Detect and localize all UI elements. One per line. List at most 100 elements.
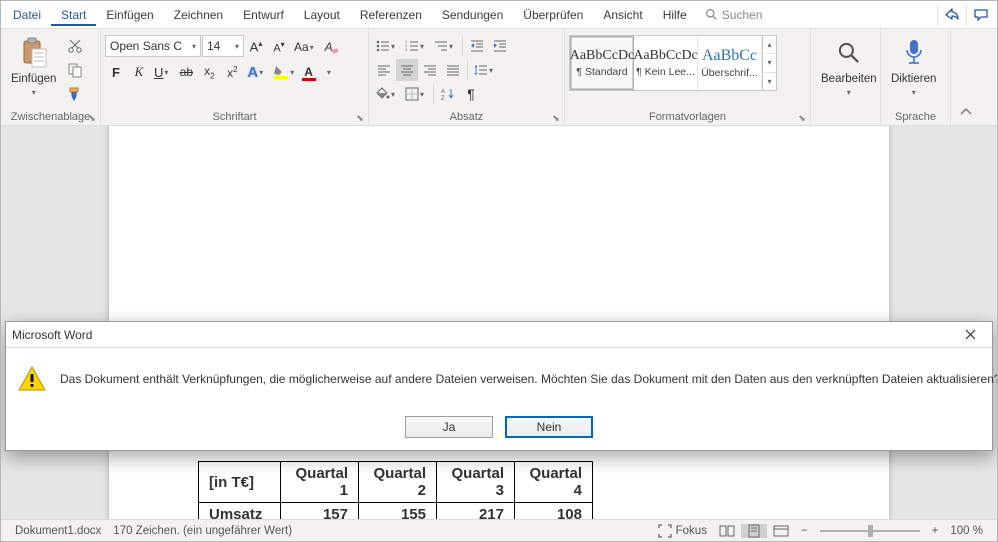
change-case-button[interactable]: Aa▾ <box>291 36 320 58</box>
zoom-in-button[interactable]: + <box>926 525 945 537</box>
zoom-out-button[interactable]: − <box>795 525 814 537</box>
tab-insert[interactable]: Einfügen <box>96 3 163 26</box>
comments-button[interactable] <box>966 3 995 27</box>
tab-draw[interactable]: Zeichnen <box>164 3 233 26</box>
shading-button[interactable]: ▾ <box>373 83 401 105</box>
style-standard[interactable]: AaBbCcDc¶ Standard <box>570 36 634 90</box>
table-row: Umsatz 157 155 217 108 <box>199 503 593 520</box>
align-center-button[interactable] <box>396 59 418 81</box>
share-icon <box>944 7 960 23</box>
zoom-thumb[interactable] <box>868 525 873 537</box>
warning-icon <box>18 366 46 392</box>
yes-button[interactable]: Ja <box>405 416 493 438</box>
style-no-spacing[interactable]: AaBbCcDc¶ Kein Lee... <box>634 36 698 90</box>
sort-icon: AZ <box>441 87 455 101</box>
print-layout-button[interactable] <box>741 524 767 538</box>
table-cell: 155 <box>359 503 437 520</box>
align-justify-button[interactable] <box>442 59 464 81</box>
group-editing: Bearbeiten▾ <box>811 29 881 125</box>
font-color-button[interactable]: A▾ <box>301 61 337 83</box>
tab-layout[interactable]: Layout <box>294 3 350 26</box>
align-right-icon <box>423 64 437 76</box>
font-size-select[interactable]: 14▾ <box>202 35 244 57</box>
align-left-icon <box>377 64 391 76</box>
tab-view[interactable]: Ansicht <box>593 3 652 26</box>
close-icon <box>965 329 976 340</box>
read-mode-button[interactable] <box>713 525 741 537</box>
launcher-clipboard[interactable]: ⬊ <box>86 111 98 123</box>
indent-increase-button[interactable] <box>489 35 511 57</box>
highlight-button[interactable]: ▾ <box>270 61 300 83</box>
editing-button[interactable]: Bearbeiten▾ <box>815 31 883 109</box>
focus-mode-button[interactable]: Fokus <box>652 524 713 538</box>
zoom-level[interactable]: 100 % <box>944 525 989 537</box>
bullets-button[interactable]: ▾ <box>373 35 401 57</box>
indent-decrease-button[interactable] <box>466 35 488 57</box>
tab-mailings[interactable]: Sendungen <box>432 3 513 26</box>
borders-button[interactable]: ▾ <box>402 83 430 105</box>
cut-button[interactable] <box>64 35 86 57</box>
tab-design[interactable]: Entwurf <box>233 3 294 26</box>
launcher-styles[interactable]: ⬊ <box>796 111 808 123</box>
strike-button[interactable]: ab <box>175 61 197 83</box>
table-header-unit: [in T€] <box>199 462 281 503</box>
align-left-button[interactable] <box>373 59 395 81</box>
web-layout-button[interactable] <box>767 525 795 537</box>
share-button[interactable] <box>937 3 966 27</box>
group-label-styles: Formatvorlagen <box>569 109 806 125</box>
numbering-button[interactable]: 123▾ <box>402 35 430 57</box>
no-button[interactable]: Nein <box>505 416 593 438</box>
dictate-label: Diktieren <box>891 73 936 85</box>
zoom-slider[interactable] <box>820 530 920 532</box>
shrink-font-button[interactable]: A▾ <box>268 36 290 58</box>
italic-button[interactable]: K <box>128 61 150 83</box>
ribbon: Einfügen▾ Zwischenablage ⬊ Open Sans C▾ … <box>1 29 997 126</box>
tab-start[interactable]: Start <box>51 3 96 26</box>
copy-button[interactable] <box>64 59 86 81</box>
tab-review[interactable]: Überprüfen <box>513 3 593 26</box>
style-heading1[interactable]: AaBbCcÜberschrif... <box>698 36 762 90</box>
styles-gallery-scroll[interactable]: ▴▾▾ <box>762 36 776 90</box>
font-name-value: Open Sans C <box>110 39 189 53</box>
svg-text:A: A <box>441 89 445 95</box>
text-effects-button[interactable]: A▾ <box>244 61 269 83</box>
launcher-font[interactable]: ⬊ <box>354 111 366 123</box>
search-box[interactable]: Suchen <box>697 8 771 22</box>
paste-icon <box>20 37 48 69</box>
search-icon <box>705 8 718 21</box>
close-button[interactable] <box>954 323 986 347</box>
subscript-button[interactable]: x2 <box>198 61 220 83</box>
web-layout-icon <box>773 525 789 537</box>
pilcrow-button[interactable]: ¶ <box>460 83 482 105</box>
tab-references[interactable]: Referenzen <box>350 3 432 26</box>
status-filename[interactable]: Dokument1.docx <box>9 525 107 537</box>
font-name-select[interactable]: Open Sans C▾ <box>105 35 201 57</box>
collapse-ribbon-button[interactable] <box>959 105 973 125</box>
launcher-paragraph[interactable]: ⬊ <box>550 111 562 123</box>
dictate-button[interactable]: Diktieren▾ <box>885 31 942 109</box>
underline-button[interactable]: U▾ <box>151 61 174 83</box>
align-justify-icon <box>446 64 460 76</box>
dialog: Microsoft Word Das Dokument enthält Verk… <box>5 321 993 451</box>
dialog-title: Microsoft Word <box>12 328 954 342</box>
line-spacing-button[interactable]: ▾ <box>471 59 499 81</box>
styles-gallery[interactable]: AaBbCcDc¶ Standard AaBbCcDc¶ Kein Lee...… <box>569 35 777 91</box>
table-row-label: Umsatz <box>199 503 281 520</box>
align-right-button[interactable] <box>419 59 441 81</box>
svg-text:Z: Z <box>441 96 445 101</box>
tab-file[interactable]: Datei <box>3 3 51 26</box>
clear-format-button[interactable]: A <box>321 36 343 58</box>
eraser-icon <box>331 46 339 54</box>
table-cell: 157 <box>281 503 359 520</box>
grow-font-button[interactable]: A▴ <box>245 36 267 58</box>
sort-button[interactable]: AZ <box>437 83 459 105</box>
paste-button[interactable]: Einfügen▾ <box>5 31 62 109</box>
shading-icon <box>376 87 390 101</box>
superscript-button[interactable]: x2 <box>221 61 243 83</box>
tab-help[interactable]: Hilfe <box>653 3 697 26</box>
status-chars[interactable]: 170 Zeichen. (ein ungefährer Wert) <box>107 525 298 537</box>
bold-button[interactable]: F <box>105 61 127 83</box>
app-window: Datei Start Einfügen Zeichnen Entwurf La… <box>0 0 998 542</box>
multilevel-button[interactable]: ▾ <box>431 35 459 57</box>
format-painter-button[interactable] <box>64 83 86 105</box>
